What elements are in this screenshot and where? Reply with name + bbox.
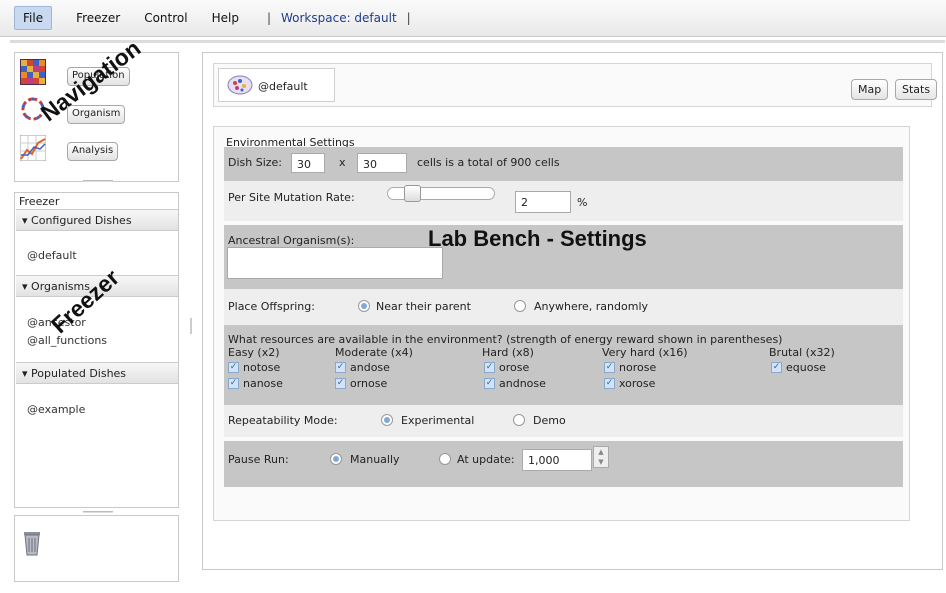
resource-name[interactable]: notose [243,361,280,374]
times-label: x [339,156,346,169]
dish-size-row: Dish Size: 30 x 30 cells is a total of 9… [224,147,903,181]
mutation-row: Per Site Mutation Rate: 2 % [224,181,903,221]
resource-name[interactable]: nanose [243,377,283,390]
dish-name-box[interactable]: @default [218,68,335,102]
pause-at-update-label[interactable]: At update: [457,453,515,466]
dish-height-input[interactable]: 30 [357,153,407,173]
freezer-item[interactable]: @example [27,403,85,416]
repeat-demo-radio[interactable] [513,414,525,426]
repeatability-label: Repeatability Mode: [228,414,338,427]
checkbox[interactable]: ✓ [335,362,346,373]
resources-row: What resources are available in the envi… [224,325,903,405]
menu-file[interactable]: File [14,6,53,30]
update-number-input[interactable]: 1,000 [522,449,592,471]
dish-total-text: cells is a total of 900 cells [417,156,560,169]
analysis-icon [20,135,46,161]
dish-name: @default [258,80,308,93]
offspring-anywhere-label[interactable]: Anywhere, randomly [534,300,648,313]
slider-handle[interactable] [404,185,421,202]
populated-dishes-header[interactable]: ▾ Populated Dishes [16,362,178,384]
repeat-experimental-radio[interactable] [381,414,393,426]
resize-handle[interactable] [190,318,192,334]
checkbox[interactable]: ✓ [771,362,782,373]
dish-size-label: Dish Size: [228,156,283,169]
pause-manually-label[interactable]: Manually [350,453,400,466]
resources-question: What resources are available in the envi… [228,333,783,346]
trash-icon[interactable] [23,530,41,556]
repeat-demo-label[interactable]: Demo [533,414,566,427]
menu-freezer[interactable]: Freezer [70,7,126,29]
offspring-near-radio[interactable] [358,300,370,312]
checkbox[interactable]: ✓ [484,362,495,373]
pause-row: Pause Run: Manually At update: 1,000 ▲ ▼ [224,441,903,487]
repeat-experimental-label[interactable]: Experimental [401,414,474,427]
lab-bench-annotation: Lab Bench - Settings [428,226,647,251]
populated-dishes-label: Populated Dishes [31,367,127,380]
resource-name[interactable]: xorose [619,377,655,390]
chevron-up-icon[interactable]: ▲ [594,447,608,457]
resize-grip[interactable] [83,180,113,182]
ancestral-label: Ancestral Organism(s): [228,234,355,247]
map-button[interactable]: Map [851,79,889,100]
workspace-label: Workspace: default [280,11,397,25]
menu-separator: | [266,11,271,25]
checkbox[interactable]: ✓ [604,362,615,373]
checkbox[interactable]: ✓ [228,378,239,389]
mutation-label: Per Site Mutation Rate: [228,191,355,204]
repeatability-row: Repeatability Mode: Experimental Demo [224,405,903,437]
chevron-down-icon[interactable]: ▼ [594,457,608,467]
offspring-near-label[interactable]: Near their parent [376,300,471,313]
resource-name[interactable]: orose [499,361,529,374]
offspring-row: Place Offspring: Near their parent Anywh… [224,289,903,325]
pause-at-update-radio[interactable] [439,453,451,465]
offspring-label: Place Offspring: [228,300,315,313]
freezer-panel: Freezer ▾ Configured Dishes @default ▾ O… [14,192,179,513]
mutation-slider[interactable] [387,185,495,202]
menu-bar: File Freezer Control Help | Workspace: d… [0,0,946,37]
resize-grip[interactable] [83,511,113,513]
menu-help[interactable]: Help [206,7,245,29]
configured-dishes-label: Configured Dishes [31,214,132,227]
freezer-title: Freezer [19,195,60,208]
checkbox[interactable]: ✓ [228,362,239,373]
resource-name[interactable]: andose [350,361,390,374]
configured-dishes-header[interactable]: ▾ Configured Dishes [16,209,178,231]
mutation-rate-input[interactable]: 2 [515,191,571,213]
menu-control[interactable]: Control [138,7,193,29]
resource-level: Moderate (x4) [335,346,413,359]
resource-level: Easy (x2) [228,346,280,359]
divider [10,40,945,43]
resource-level: Very hard (x16) [602,346,688,359]
checkbox[interactable]: ✓ [335,378,346,389]
freezer-item[interactable]: @default [27,249,77,262]
dish-width-input[interactable]: 30 [291,153,325,173]
resource-name[interactable]: equose [786,361,826,374]
percent-label: % [577,196,588,209]
menu-separator: | [406,11,411,25]
checkbox[interactable]: ✓ [604,378,615,389]
stats-button[interactable]: Stats [895,79,938,100]
petri-dish-icon [227,75,253,95]
resource-level: Brutal (x32) [769,346,835,359]
resource-level: Hard (x8) [482,346,534,359]
resource-name[interactable]: andnose [499,377,546,390]
resource-name[interactable]: norose [619,361,656,374]
population-icon [20,59,46,85]
ancestral-dropzone[interactable] [227,247,443,279]
update-stepper[interactable]: ▲ ▼ [593,446,609,468]
pause-manually-radio[interactable] [330,453,342,465]
resource-name[interactable]: ornose [350,377,387,390]
pause-label: Pause Run: [228,453,289,466]
trash-panel [14,515,179,582]
analysis-button[interactable]: Analysis [67,142,119,161]
dish-toolbar: @default Map Stats [213,63,938,107]
offspring-anywhere-radio[interactable] [514,300,526,312]
checkbox[interactable]: ✓ [484,378,495,389]
